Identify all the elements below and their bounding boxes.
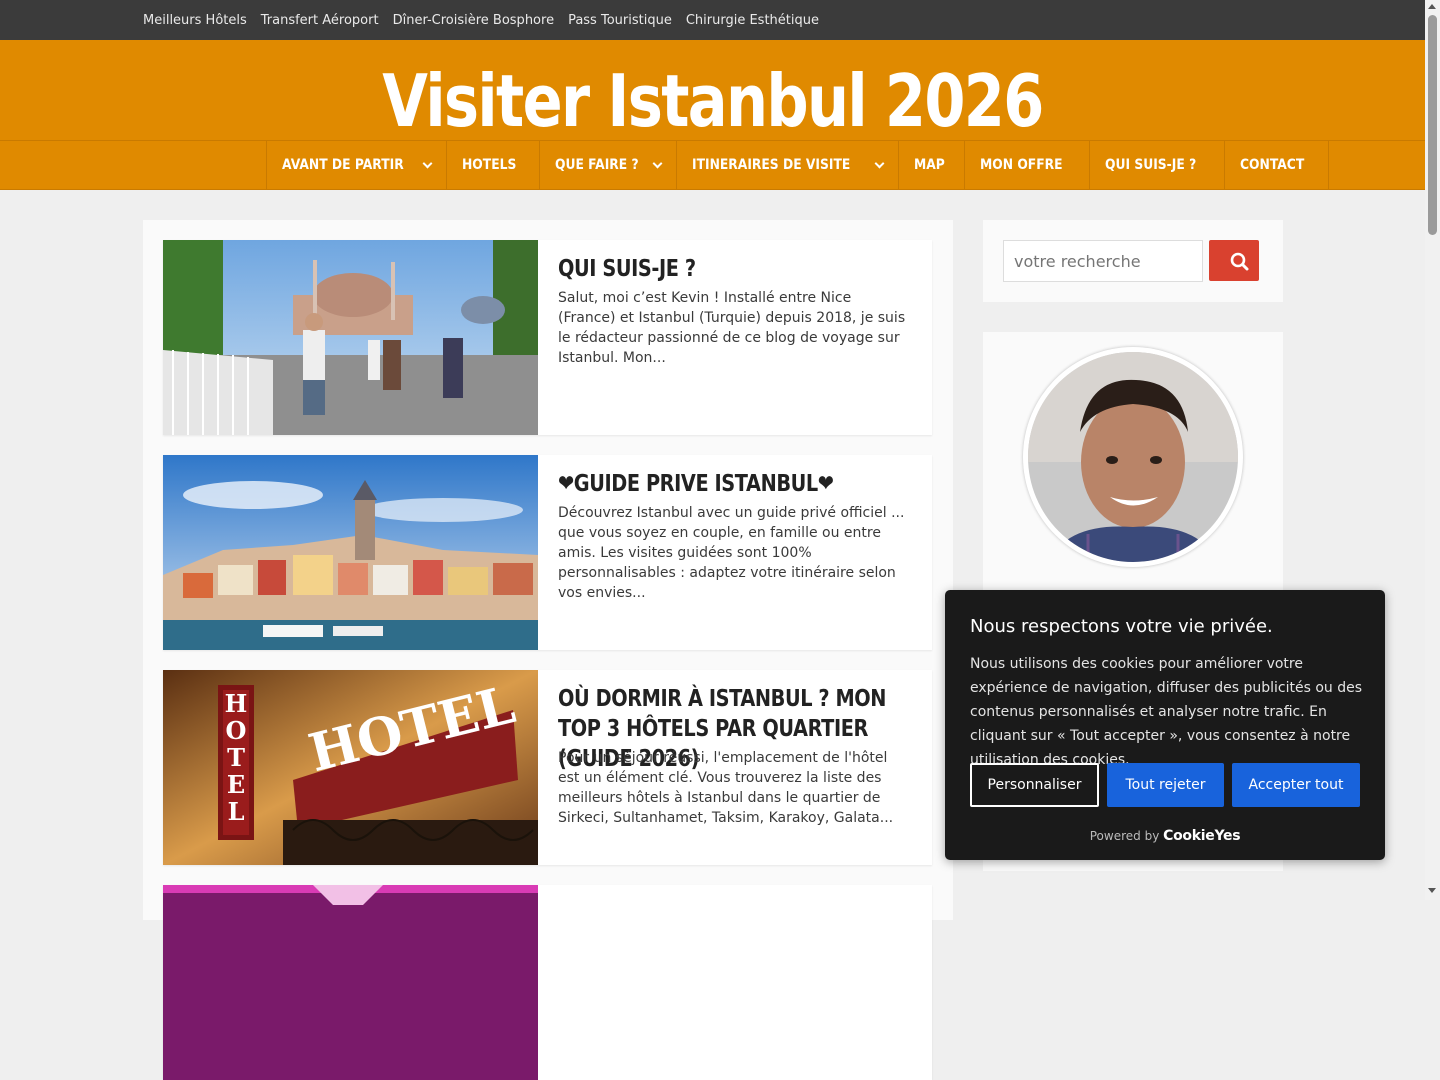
powered-by: Powered by CookieYes xyxy=(945,828,1385,844)
reject-all-button[interactable]: Tout rejeter xyxy=(1107,763,1224,807)
top-bar: Meilleurs Hôtels Transfert Aéroport Dîne… xyxy=(0,0,1425,40)
search-icon xyxy=(1230,252,1249,271)
nav-label: QUI SUIS-JE ? xyxy=(1104,157,1197,173)
site-title[interactable]: Visiter Istanbul 2026 xyxy=(128,56,1297,146)
main-nav: AVANT DE PARTIR HOTELS QUE FAIRE ? ITINE… xyxy=(0,140,1425,190)
chevron-down-icon xyxy=(874,158,885,168)
scroll-up-icon[interactable] xyxy=(1428,4,1436,9)
top-links: Meilleurs Hôtels Transfert Aéroport Dîne… xyxy=(143,0,819,40)
post-thumbnail-hagia-sophia[interactable] xyxy=(163,240,538,435)
post-thumbnail-hotel-sign[interactable]: HOTEL HOTEL xyxy=(163,670,538,865)
search-input[interactable] xyxy=(1003,240,1203,282)
hotel-sign-vertical: HOTEL xyxy=(224,689,248,826)
post-card xyxy=(163,885,932,1080)
nav-item-before-leaving[interactable]: AVANT DE PARTIR xyxy=(266,141,446,189)
top-link-bosphorus-cruise[interactable]: Dîner-Croisière Bosphore xyxy=(393,13,554,28)
post-excerpt: Découvrez Istanbul avec un guide privé o… xyxy=(558,505,905,601)
post-card: ❤GUIDE PRIVE ISTANBUL❤ Découvrez Istanbu… xyxy=(163,455,932,650)
post-card: QUI SUIS-JE ? Salut, moi c’est Kevin ! I… xyxy=(163,240,932,435)
customize-button[interactable]: Personnaliser xyxy=(970,763,1099,807)
nav-label: ITINERAIRES DE VISITE xyxy=(692,157,851,173)
nav-label: CONTACT xyxy=(1239,157,1304,173)
post-card: HOTEL HOTEL OÙ DORMIR À ISTANBUL ? MON T… xyxy=(163,670,932,865)
cookie-consent-banner: Nous respectons votre vie privée. Nous u… xyxy=(945,590,1385,860)
cookie-text: Nous utilisons des cookies pour améliore… xyxy=(970,656,1362,768)
nav-item-my-offer[interactable]: MON OFFRE xyxy=(964,141,1089,189)
post-thumbnail-galata-tower[interactable] xyxy=(163,455,538,650)
scroll-down-icon[interactable] xyxy=(1428,888,1436,893)
nav-label: MON OFFRE xyxy=(980,157,1063,173)
top-link-hotels[interactable]: Meilleurs Hôtels xyxy=(143,13,247,28)
cookieyes-logo[interactable]: CookieYes xyxy=(1163,828,1240,844)
accept-all-button[interactable]: Accepter tout xyxy=(1232,763,1360,807)
nav-label: AVANT DE PARTIR xyxy=(282,157,404,173)
chevron-down-icon xyxy=(422,158,433,168)
post-title[interactable]: QUI SUIS-JE ? xyxy=(558,254,918,284)
chevron-down-icon xyxy=(652,158,663,168)
nav-item-about[interactable]: QUI SUIS-JE ? xyxy=(1088,141,1224,189)
page-scrollbar[interactable] xyxy=(1425,0,1440,900)
nav-item-itineraries[interactable]: ITINERAIRES DE VISITE xyxy=(676,141,898,189)
powered-by-label: Powered by xyxy=(1089,829,1160,843)
post-excerpt: Pour un séjour réussi, l'emplacement de … xyxy=(558,750,894,826)
top-link-tourist-pass[interactable]: Pass Touristique xyxy=(568,13,672,28)
sidebar-search-widget xyxy=(983,220,1283,302)
search-button[interactable] xyxy=(1209,240,1259,281)
post-thumbnail[interactable] xyxy=(163,885,538,1080)
nav-label: QUE FAIRE ? xyxy=(555,157,639,173)
post-title[interactable]: ❤GUIDE PRIVE ISTANBUL❤ xyxy=(558,469,918,499)
nav-label: HOTELS xyxy=(462,157,517,173)
post-excerpt: Salut, moi c’est Kevin ! Installé entre … xyxy=(558,290,906,366)
nav-item-map[interactable]: MAP xyxy=(898,141,964,189)
nav-label: MAP xyxy=(914,157,945,173)
scrollbar-thumb[interactable] xyxy=(1428,15,1437,235)
site-header: Visiter Istanbul 2026 AVANT DE PARTIR HO… xyxy=(0,40,1425,190)
main-content: QUI SUIS-JE ? Salut, moi c’est Kevin ! I… xyxy=(143,220,953,1080)
nav-item-contact[interactable]: CONTACT xyxy=(1223,141,1329,189)
top-link-cosmetic-surgery[interactable]: Chirurgie Esthétique xyxy=(686,13,819,28)
top-link-airport-transfer[interactable]: Transfert Aéroport xyxy=(261,13,379,28)
cookie-title: Nous respectons votre vie privée. xyxy=(970,616,1273,637)
avatar[interactable] xyxy=(1023,347,1243,567)
nav-item-what-to-do[interactable]: QUE FAIRE ? xyxy=(539,141,676,189)
nav-item-hotels[interactable]: HOTELS xyxy=(446,141,539,189)
